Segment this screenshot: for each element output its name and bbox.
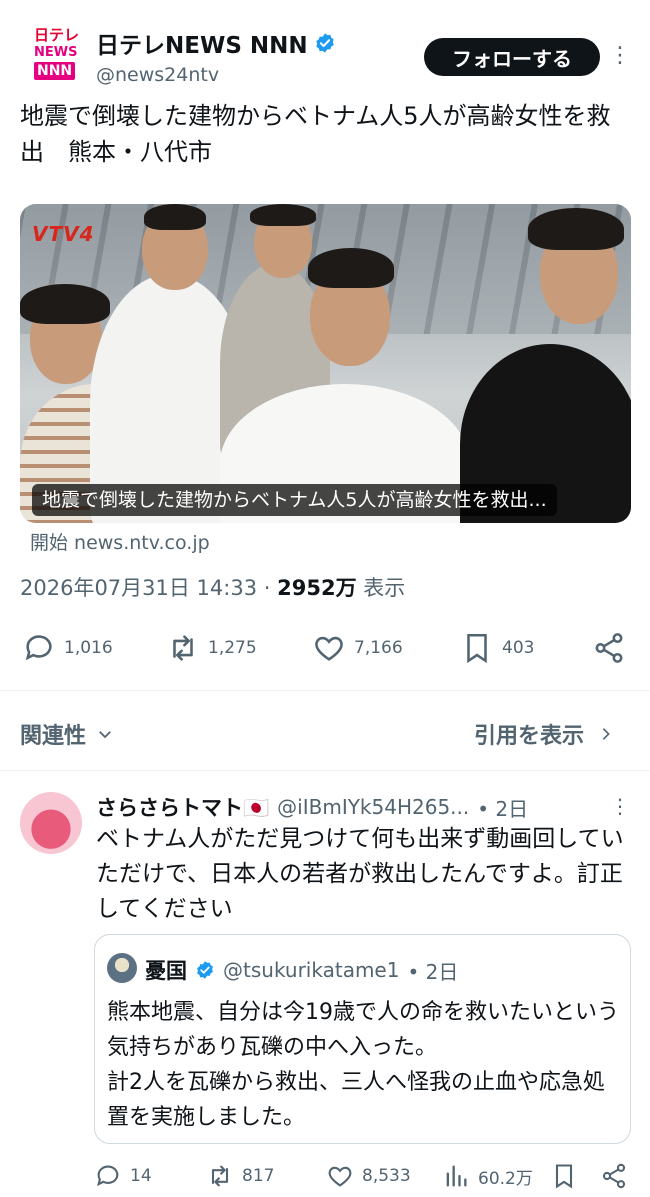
- reply-like-button[interactable]: 8,533: [326, 1158, 411, 1194]
- author-name-text: 日テレNEWS NNN: [96, 33, 308, 59]
- views-label: 表示: [363, 576, 406, 600]
- bookmark-icon: [467, 633, 487, 664]
- chevron-down-icon: [99, 731, 111, 739]
- reply-count: 1,016: [64, 638, 113, 658]
- heart-icon: [315, 636, 343, 661]
- views-count: 2952万: [277, 576, 357, 600]
- sort-label: 関連性: [20, 724, 87, 749]
- reply-bookmark-button[interactable]: [550, 1158, 578, 1194]
- meta-separator: ·: [263, 576, 278, 600]
- more-options-icon[interactable]: ⋮: [608, 44, 632, 68]
- bookmark-icon: [555, 1164, 573, 1189]
- reply-action-bar: 14 817 8,533 60.2万: [94, 1158, 634, 1194]
- share-icon: [595, 633, 623, 663]
- reply-repost-button[interactable]: 817: [206, 1158, 274, 1194]
- reply-button[interactable]: 1,016: [22, 628, 113, 668]
- reply-views-count: 60.2万: [478, 1168, 533, 1189]
- reply-more-options-icon[interactable]: ⋮: [608, 794, 632, 818]
- reply-text: ベトナム人がただ見つけて何も出来ず動画回していただけで、日本人の若者が救出したん…: [96, 826, 624, 922]
- person-hair: [20, 284, 110, 324]
- share-icon: [602, 1163, 626, 1189]
- logo-line1: 日テレ: [34, 26, 80, 44]
- post-text: 地震で倒壊した建物からベトナム人5人が高齢女性を救出 熊本・八代市: [20, 102, 611, 166]
- reply-author-handle[interactable]: @iIBmIYk54H265...: [277, 795, 469, 819]
- reply-author-name[interactable]: さらさらトマト🇯🇵: [96, 792, 269, 822]
- post-action-bar: 1,016 1,275 7,166 403: [20, 628, 630, 668]
- link-source[interactable]: 開始 news.ntv.co.jp: [30, 528, 210, 555]
- reply-avatar[interactable]: [20, 792, 82, 854]
- channel-logo[interactable]: 日テレ NEWS NNN: [22, 22, 82, 82]
- quoted-text: 熊本地震、自分は今19歳で人の命を救いたいという気持ちがあり瓦礫の中へ入った。 …: [107, 1000, 619, 1130]
- follow-button[interactable]: フォローする: [424, 38, 600, 76]
- logo-line2: NEWS: [34, 45, 78, 60]
- reply-reply-button[interactable]: 14: [94, 1158, 152, 1194]
- like-count: 7,166: [354, 638, 403, 658]
- reply-views-button[interactable]: 60.2万: [442, 1158, 533, 1194]
- logo-line3: NNN: [34, 62, 76, 80]
- sort-relevance-dropdown[interactable]: 関連性: [20, 718, 114, 750]
- bookmark-button[interactable]: 403: [460, 628, 534, 668]
- person-hair: [144, 204, 206, 230]
- quoted-author-handle: @tsukurikatame1: [223, 958, 400, 982]
- verified-badge-icon: [197, 961, 213, 979]
- person-hair: [528, 208, 624, 250]
- repost-count: 1,275: [208, 638, 257, 658]
- person-hair: [250, 204, 316, 226]
- quotes-label: 引用を表示: [474, 724, 585, 749]
- reply-icon: [25, 635, 52, 661]
- reply-icon: [97, 1165, 119, 1187]
- verified-badge-icon: [315, 33, 334, 53]
- bookmark-count: 403: [502, 638, 535, 658]
- quoted-avatar: [107, 953, 137, 983]
- quoted-time: • 2日: [407, 959, 459, 984]
- section-divider: [0, 690, 650, 691]
- analytics-icon: [446, 1165, 467, 1187]
- quoted-author-row: 憂国 @tsukurikatame1 • 2日: [145, 955, 458, 985]
- timestamp[interactable]: 2026年07月31日 14:33: [20, 576, 257, 600]
- repost-icon: [173, 635, 193, 661]
- media-caption: 地震で倒壊した建物からベトナム人5人が高齢女性を救出...: [32, 484, 557, 516]
- video-thumbnail[interactable]: VTV4 地震で倒壊した建物からベトナム人5人が高齢女性を救出...: [20, 204, 631, 523]
- chevron-right-icon: [602, 728, 610, 740]
- reply-reply-count: 14: [130, 1166, 152, 1186]
- repost-button[interactable]: 1,275: [166, 628, 257, 668]
- like-button[interactable]: 7,166: [312, 628, 403, 668]
- quoted-post[interactable]: 憂国 @tsukurikatame1 • 2日 熊本地震、自分は今19歳で人の命…: [94, 934, 631, 1144]
- post-meta: 2026年07月31日 14:33 · 2952万 表示: [20, 572, 405, 602]
- heart-icon: [328, 1166, 352, 1187]
- reply-author-row: さらさらトマト🇯🇵 @iIBmIYk54H265... • 2日: [96, 792, 528, 822]
- reply-time[interactable]: • 2日: [477, 793, 528, 822]
- channel-watermark: VTV4: [32, 222, 95, 246]
- person-hair: [308, 248, 394, 288]
- share-button[interactable]: [592, 628, 626, 668]
- quoted-author-name: 憂国: [145, 959, 187, 983]
- reply-repost-count: 817: [242, 1166, 275, 1186]
- section-divider: [0, 770, 650, 771]
- author-name[interactable]: 日テレNEWS NNN: [96, 26, 336, 60]
- reply-like-count: 8,533: [362, 1166, 411, 1186]
- view-quotes-link[interactable]: 引用を表示: [474, 718, 614, 750]
- author-handle[interactable]: @news24ntv: [96, 64, 219, 86]
- reply-share-button[interactable]: [600, 1158, 628, 1194]
- repost-icon: [211, 1165, 229, 1187]
